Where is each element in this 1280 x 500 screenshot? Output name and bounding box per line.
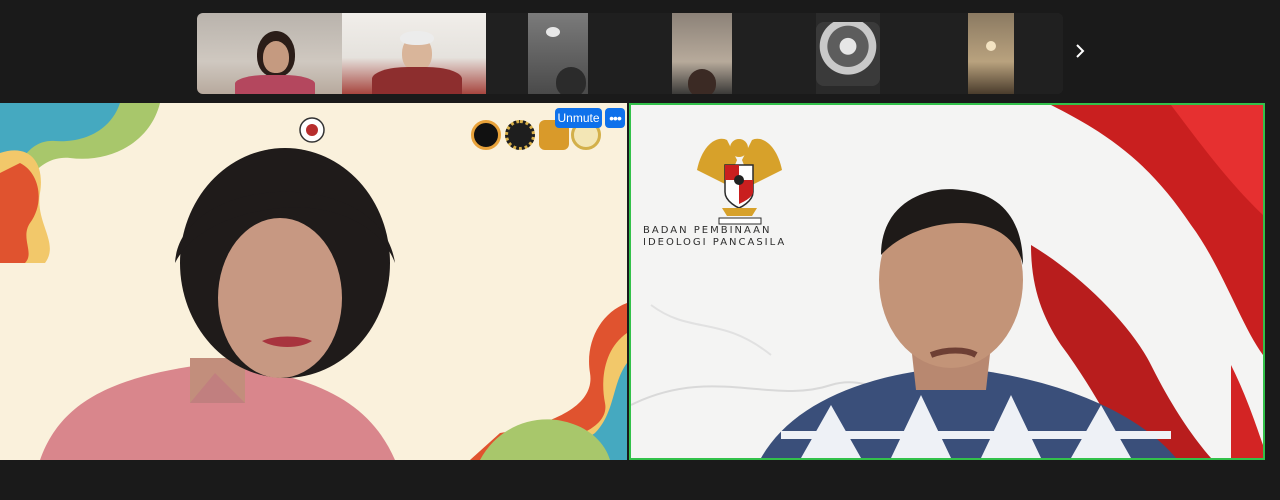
participant-video-tile[interactable] — [732, 13, 816, 94]
participant-video-tile[interactable] — [197, 13, 342, 94]
speaker-video-right-active[interactable]: BADAN PEMBINAAN IDEOLOGI PANCASILA — [629, 103, 1265, 460]
participant-video-tile[interactable] — [672, 13, 732, 94]
participant-video-tile[interactable] — [880, 13, 968, 94]
unmute-button[interactable]: Unmute — [555, 108, 602, 128]
avatar — [816, 21, 880, 86]
participant-video-tile[interactable] — [486, 13, 528, 94]
organization-name-text: BADAN PEMBINAAN IDEOLOGI PANCASILA — [643, 225, 786, 249]
org-line-1: BADAN PEMBINAAN — [643, 225, 772, 236]
participant-video-tile[interactable] — [588, 13, 672, 94]
more-options-button[interactable]: ••• — [605, 108, 625, 128]
participant-video-tile[interactable] — [1014, 13, 1063, 94]
speaker-video-left[interactable] — [0, 103, 627, 460]
org-line-2: IDEOLOGI PANCASILA — [643, 237, 787, 248]
participant-video-tile[interactable] — [528, 13, 588, 94]
participant-video-tile[interactable] — [968, 13, 1014, 94]
participant-avatar-tile[interactable] — [816, 13, 880, 94]
virtual-background — [631, 105, 1263, 458]
partner-logo-icon — [471, 120, 501, 150]
participant-filmstrip — [197, 13, 1063, 94]
chevron-right-icon[interactable] — [1069, 40, 1091, 66]
virtual-background — [0, 103, 627, 460]
partner-logo-icon — [505, 120, 535, 150]
meeting-window: Unmute ••• BADAN PEMBINAAN IDEOLOGI PANC… — [0, 0, 1280, 500]
participant-video-tile[interactable] — [342, 13, 486, 94]
